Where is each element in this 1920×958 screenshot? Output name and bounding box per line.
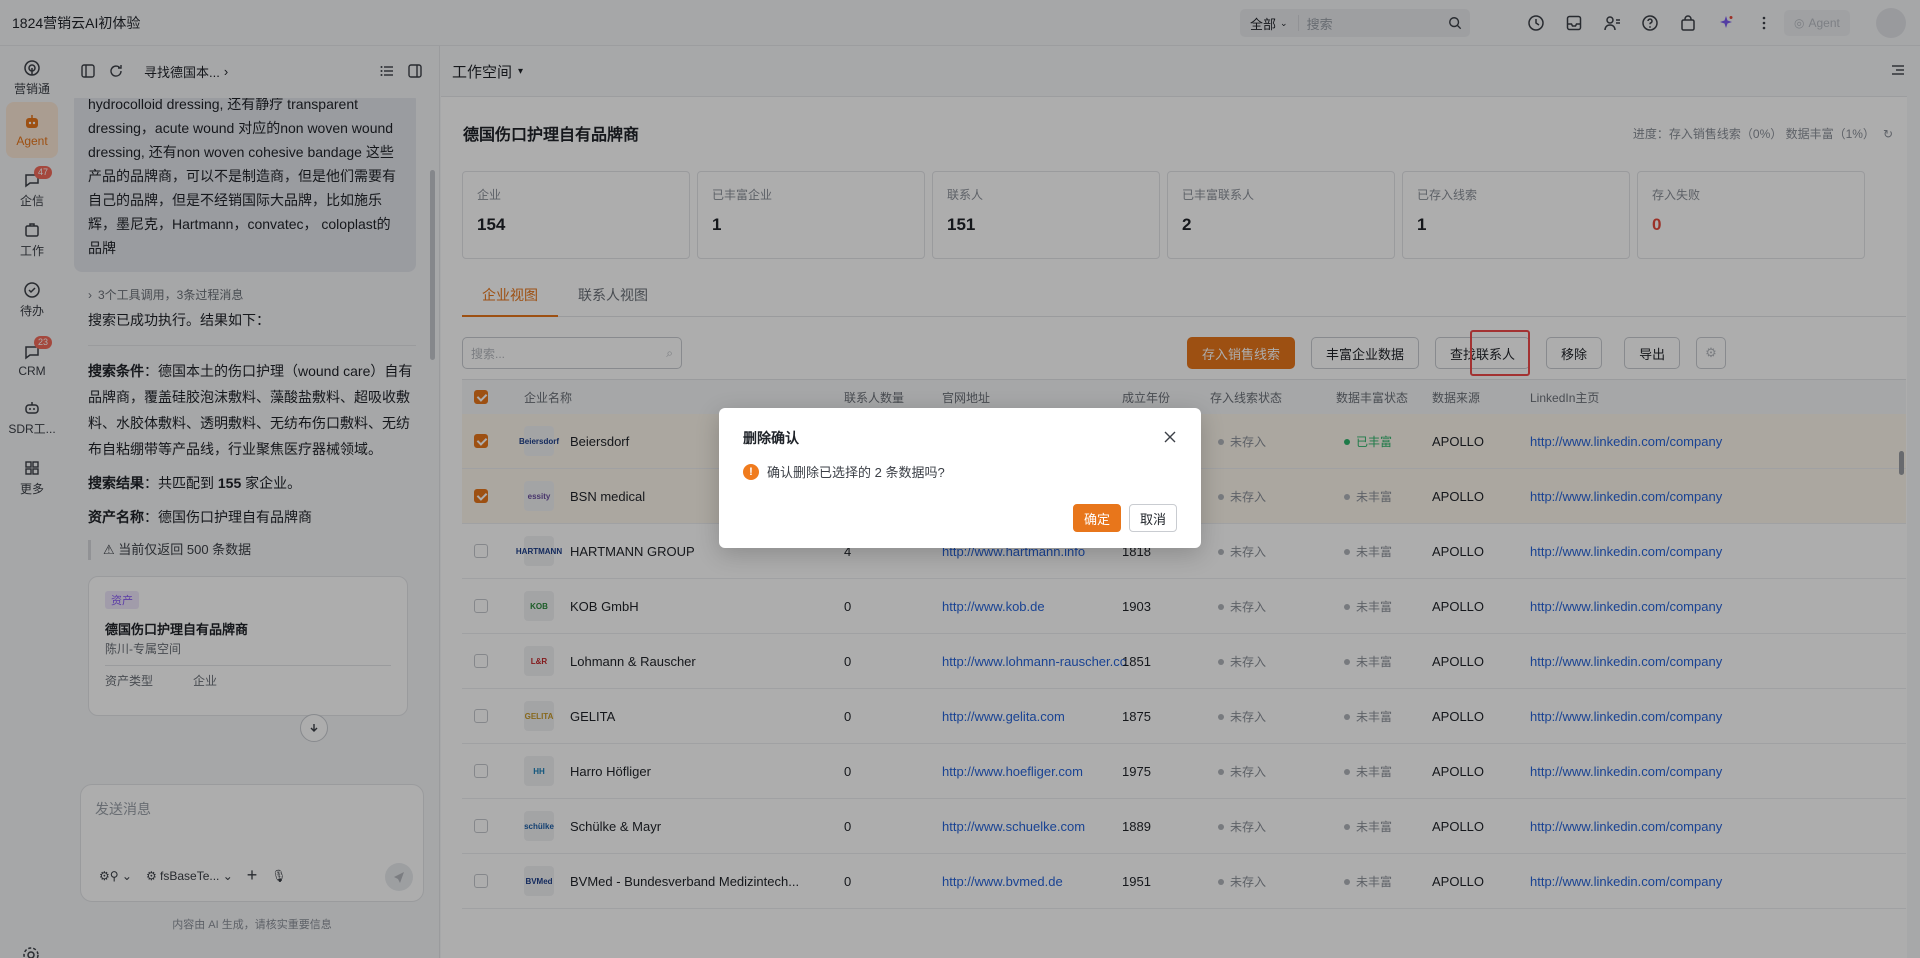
warning-icon: ! bbox=[743, 463, 759, 480]
cancel-button[interactable]: 取消 bbox=[1128, 504, 1177, 532]
confirm-button[interactable]: 确定 bbox=[1072, 504, 1121, 532]
dialog-message-text: 确认删除已选择的 2 条数据吗? bbox=[767, 465, 945, 480]
close-icon[interactable] bbox=[1163, 430, 1177, 444]
delete-confirm-dialog: 删除确认 ! 确认删除已选择的 2 条数据吗? 确定 取消 bbox=[719, 408, 1201, 548]
dialog-message: ! 确认删除已选择的 2 条数据吗? bbox=[743, 462, 1177, 481]
dialog-title: 删除确认 bbox=[743, 430, 799, 446]
dialog-buttons: 确定 取消 bbox=[1072, 504, 1177, 532]
